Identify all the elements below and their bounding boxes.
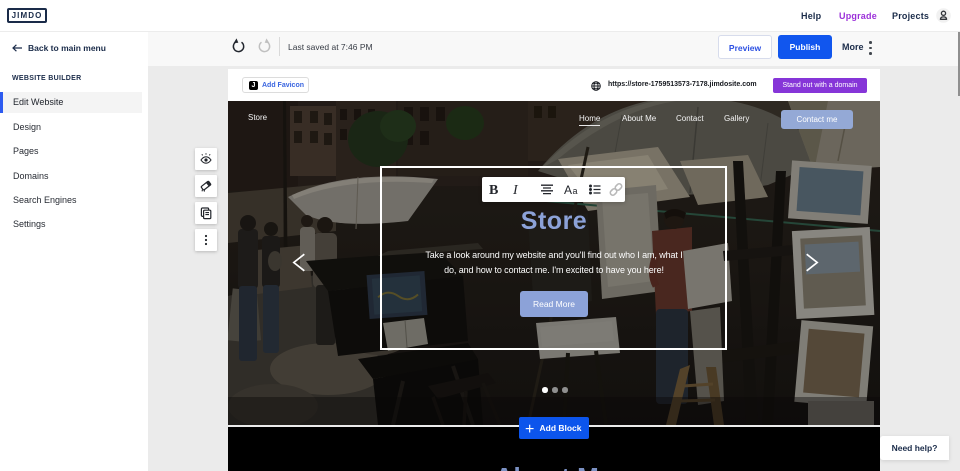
svg-text:A: A (564, 183, 572, 197)
svg-text:I: I (512, 183, 519, 197)
svg-text:B: B (489, 183, 498, 197)
svg-text:a: a (573, 186, 578, 196)
